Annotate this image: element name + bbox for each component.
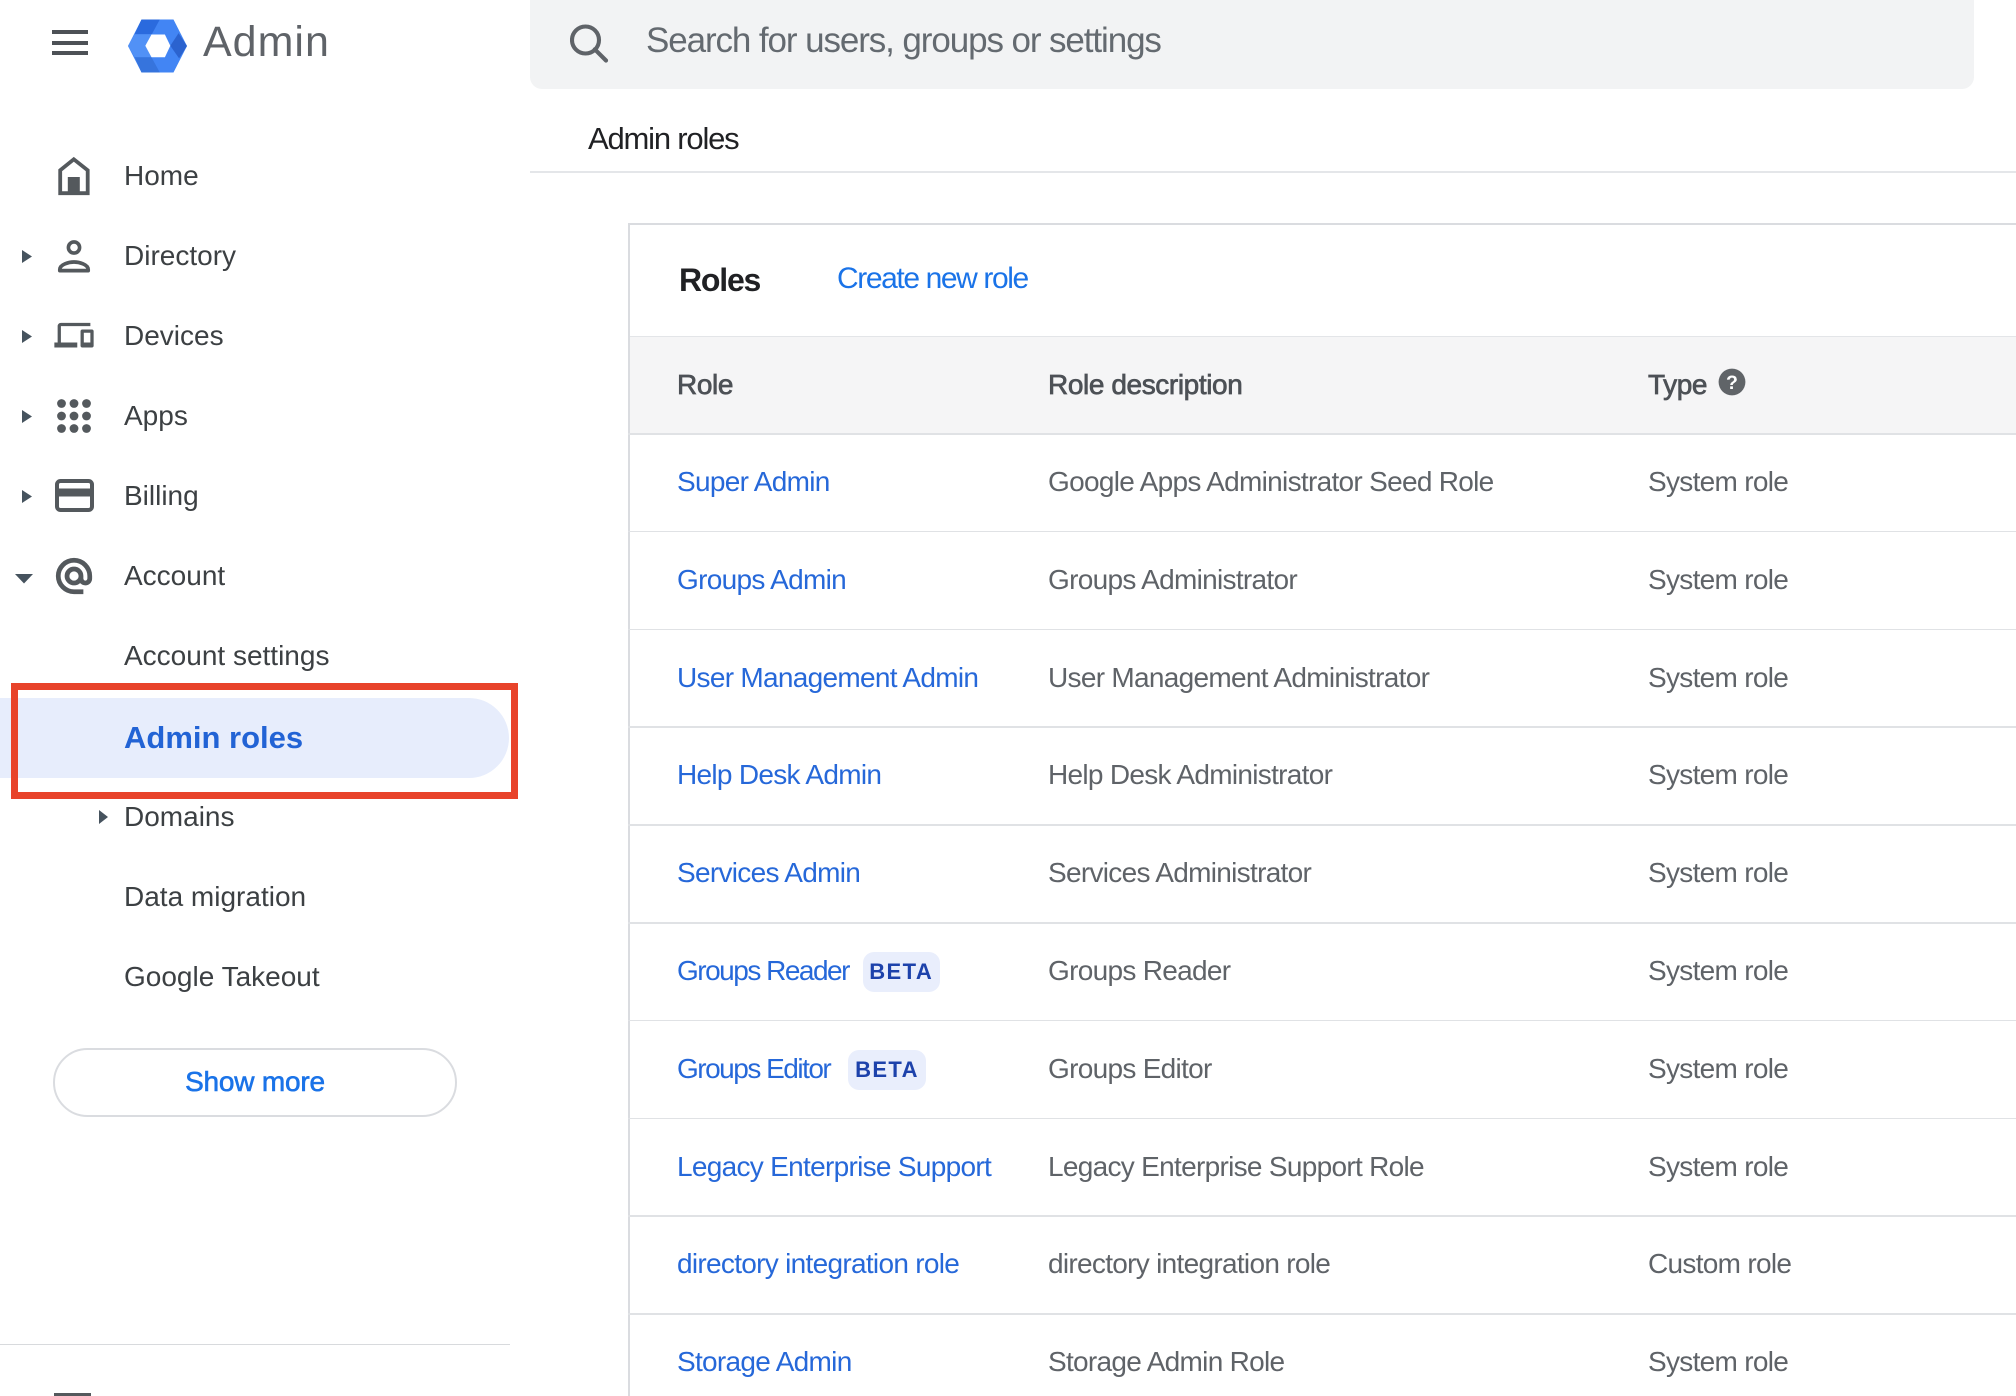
svg-text:?: ?: [1726, 372, 1738, 394]
